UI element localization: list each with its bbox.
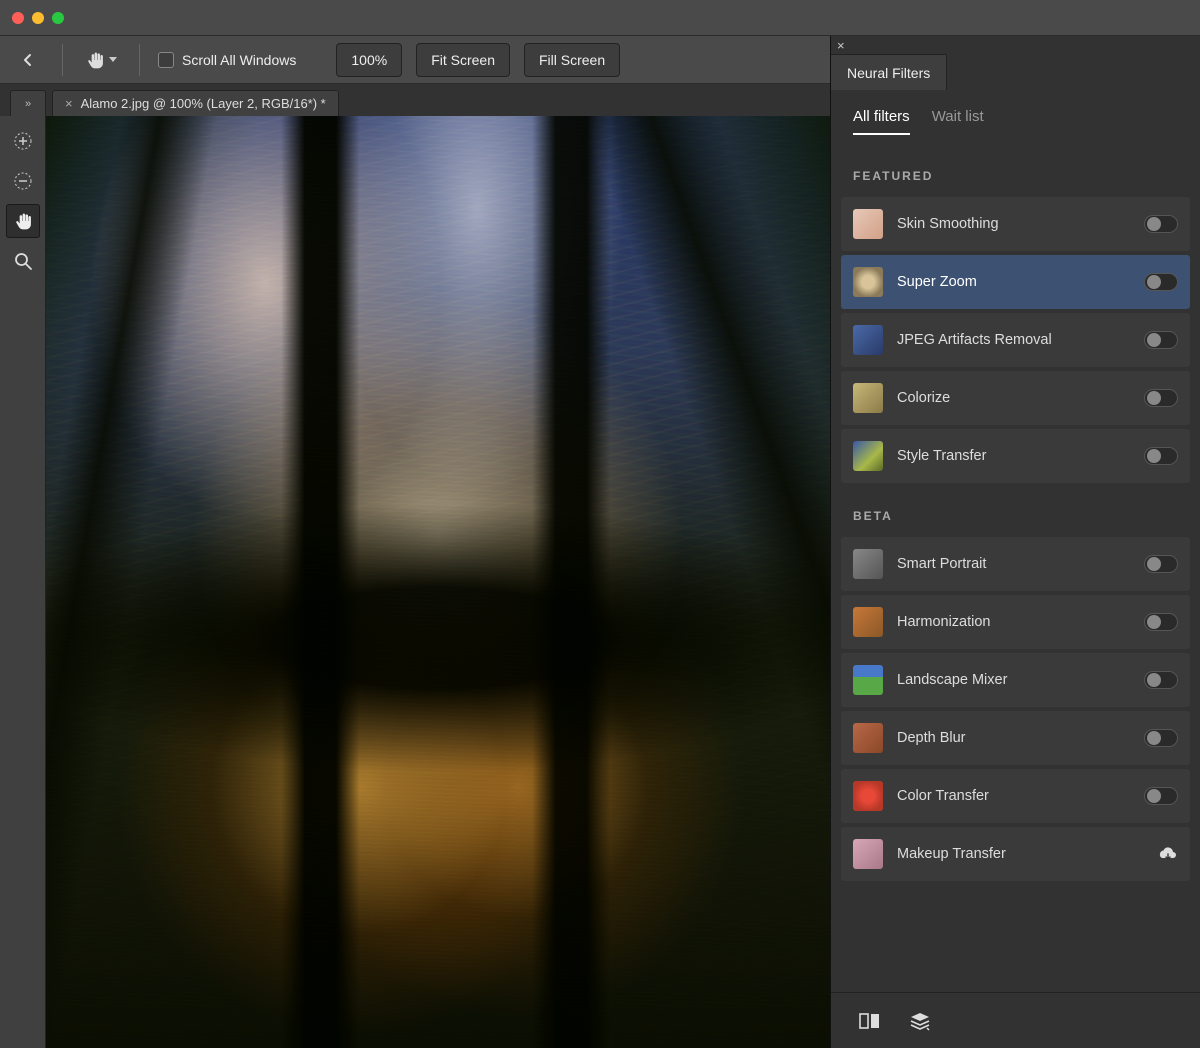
filter-thumb-smart: [853, 549, 883, 579]
close-tab-button[interactable]: ×: [65, 96, 73, 111]
zoom-level-button[interactable]: 100%: [336, 43, 402, 77]
window-titlebar: [0, 0, 1200, 36]
filter-toggle-smart[interactable]: [1144, 555, 1178, 573]
hand-tool-preset[interactable]: [81, 44, 121, 76]
filter-toggle-color[interactable]: [1144, 389, 1178, 407]
filter-thumb-color: [853, 383, 883, 413]
filter-row-skin[interactable]: Skin Smoothing: [841, 197, 1190, 251]
filter-thumb-style: [853, 441, 883, 471]
document-tab-bar: » × Alamo 2.jpg @ 100% (Layer 2, RGB/16*…: [0, 84, 830, 116]
hand-tool[interactable]: [6, 204, 40, 238]
divider: [139, 44, 140, 76]
filter-toggle-ctrans[interactable]: [1144, 787, 1178, 805]
filter-thumb-land: [853, 665, 883, 695]
filter-row-color[interactable]: Colorize: [841, 371, 1190, 425]
fill-screen-button[interactable]: Fill Screen: [524, 43, 620, 77]
cloud-download-icon[interactable]: [1158, 846, 1178, 862]
filter-toggle-zoom[interactable]: [1144, 273, 1178, 291]
filter-thumb-makeup: [853, 839, 883, 869]
back-button[interactable]: [12, 44, 44, 76]
filter-row-jpeg[interactable]: JPEG Artifacts Removal: [841, 313, 1190, 367]
filter-label: Style Transfer: [897, 448, 1130, 464]
filter-toggle-depth[interactable]: [1144, 729, 1178, 747]
filter-label: Makeup Transfer: [897, 846, 1144, 862]
expand-panels-button[interactable]: »: [10, 90, 46, 116]
filter-thumb-jpeg: [853, 325, 883, 355]
tab-all-filters[interactable]: All filters: [853, 108, 910, 135]
filter-thumb-ctrans: [853, 781, 883, 811]
filter-thumb-skin: [853, 209, 883, 239]
document-canvas[interactable]: [46, 116, 830, 1048]
zoom-tool[interactable]: [6, 244, 40, 278]
scroll-all-label: Scroll All Windows: [182, 52, 296, 68]
close-window-button[interactable]: [12, 12, 24, 24]
minimize-window-button[interactable]: [32, 12, 44, 24]
filter-label: Smart Portrait: [897, 556, 1130, 572]
filter-row-land[interactable]: Landscape Mixer: [841, 653, 1190, 707]
options-bar: Scroll All Windows 100% Fit Screen Fill …: [0, 36, 830, 84]
filter-row-depth[interactable]: Depth Blur: [841, 711, 1190, 765]
filter-thumb-zoom: [853, 267, 883, 297]
filter-label: Color Transfer: [897, 788, 1130, 804]
filter-toggle-skin[interactable]: [1144, 215, 1178, 233]
filter-toggle-land[interactable]: [1144, 671, 1178, 689]
divider: [62, 44, 63, 76]
filter-row-smart[interactable]: Smart Portrait: [841, 537, 1190, 591]
tab-wait-list[interactable]: Wait list: [932, 108, 984, 135]
filter-toggle-jpeg[interactable]: [1144, 331, 1178, 349]
before-after-icon[interactable]: [859, 1011, 881, 1031]
filter-label: Colorize: [897, 390, 1130, 406]
filter-row-ctrans[interactable]: Color Transfer: [841, 769, 1190, 823]
scroll-all-windows-option[interactable]: Scroll All Windows: [158, 52, 296, 68]
section-header-beta: BETA: [831, 487, 1200, 533]
panel-close-button[interactable]: ×: [837, 38, 845, 53]
document-tab[interactable]: × Alamo 2.jpg @ 100% (Layer 2, RGB/16*) …: [52, 90, 339, 116]
filter-row-style[interactable]: Style Transfer: [841, 429, 1190, 483]
left-tool-strip: [0, 116, 46, 1048]
zoom-in-tool[interactable]: [6, 124, 40, 158]
zoom-out-tool[interactable]: [6, 164, 40, 198]
filter-label: Skin Smoothing: [897, 216, 1130, 232]
canvas-area[interactable]: [46, 116, 830, 1048]
section-header-featured: FEATURED: [831, 147, 1200, 193]
filter-row-zoom[interactable]: Super Zoom: [841, 255, 1190, 309]
filter-label: Super Zoom: [897, 274, 1130, 290]
filter-toggle-harm[interactable]: [1144, 613, 1178, 631]
filter-label: Harmonization: [897, 614, 1130, 630]
fit-screen-button[interactable]: Fit Screen: [416, 43, 510, 77]
window-controls: [12, 12, 64, 24]
panel-bottom-bar: [831, 992, 1200, 1048]
filter-toggle-style[interactable]: [1144, 447, 1178, 465]
maximize-window-button[interactable]: [52, 12, 64, 24]
panel-title-tab[interactable]: Neural Filters: [831, 54, 947, 90]
neural-filters-panel: × Neural Filters All filters Wait list F…: [830, 36, 1200, 1048]
filter-thumb-harm: [853, 607, 883, 637]
filter-label: Depth Blur: [897, 730, 1130, 746]
filter-row-makeup[interactable]: Makeup Transfer: [841, 827, 1190, 881]
chevron-down-icon: [109, 57, 117, 62]
filter-thumb-depth: [853, 723, 883, 753]
filter-label: JPEG Artifacts Removal: [897, 332, 1130, 348]
layers-icon[interactable]: [909, 1011, 931, 1031]
filter-label: Landscape Mixer: [897, 672, 1130, 688]
scroll-all-checkbox[interactable]: [158, 52, 174, 68]
filter-row-harm[interactable]: Harmonization: [841, 595, 1190, 649]
document-tab-title: Alamo 2.jpg @ 100% (Layer 2, RGB/16*) *: [81, 96, 326, 111]
